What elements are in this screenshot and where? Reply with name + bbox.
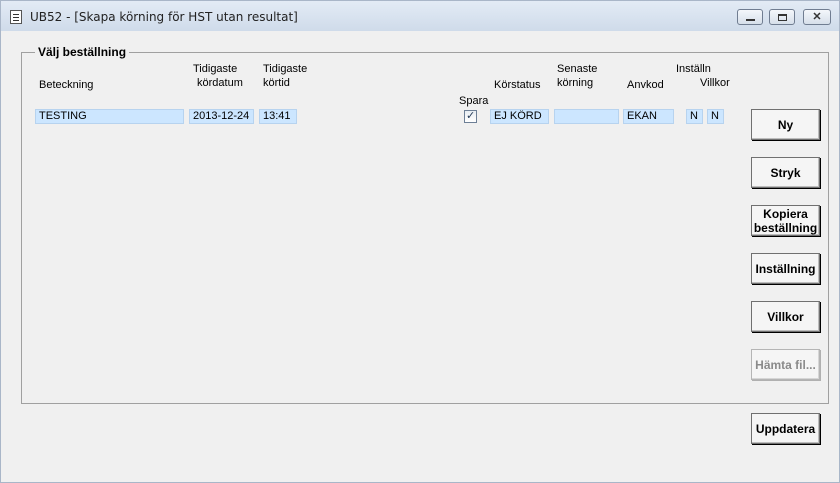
villkor-button[interactable]: Villkor — [751, 301, 820, 332]
stryk-button[interactable]: Stryk — [751, 157, 820, 188]
title-bar[interactable]: UB52 - [Skapa körning för HST utan resul… — [1, 1, 839, 31]
check-icon: ✓ — [466, 110, 476, 122]
group-title: Välj beställning — [35, 45, 130, 59]
beteckning-field[interactable]: TESTING — [35, 109, 184, 124]
uppdatera-button-label: Uppdatera — [755, 421, 816, 436]
header-senaste-korning-line2: körning — [557, 77, 594, 89]
close-icon: ✕ — [812, 11, 822, 23]
kortid-field[interactable]: 13:41 — [259, 109, 297, 124]
header-tidigaste-kordatum-line2: kördatum — [197, 77, 243, 89]
korstatus-field[interactable]: EJ KÖRD — [490, 109, 549, 124]
header-installn: Inställn — [676, 63, 711, 75]
maximize-icon — [778, 14, 787, 21]
header-korstatus: Körstatus — [494, 79, 541, 91]
installning-button[interactable]: Inställning — [751, 253, 820, 284]
kordatum-field[interactable]: 2013-12-24 — [189, 109, 254, 124]
header-tidigaste-kortid-line2: körtid — [263, 77, 290, 89]
ny-button-label: Ny — [777, 117, 794, 132]
maximize-button[interactable] — [769, 9, 795, 25]
application-window: UB52 - [Skapa körning för HST utan resul… — [0, 0, 840, 483]
villkor-field[interactable]: N — [707, 109, 724, 124]
hamta-fil-button[interactable]: Hämta fil... — [751, 349, 820, 380]
kopiera-label-line1: Kopiera — [763, 206, 808, 221]
kopiera-bestallning-button[interactable]: Kopiera beställning — [751, 205, 820, 236]
kopiera-button-label: Kopiera beställning — [754, 207, 817, 235]
header-tidigaste-kortid-line1: Tidigaste — [263, 63, 308, 75]
header-anvkod: Anvkod — [627, 79, 664, 91]
kopiera-label-line2: beställning — [753, 220, 818, 235]
header-beteckning: Beteckning — [39, 79, 94, 91]
ny-button[interactable]: Ny — [751, 109, 820, 140]
installn-field[interactable]: N — [686, 109, 703, 124]
minimize-button[interactable] — [737, 9, 763, 25]
app-document-icon[interactable] — [10, 10, 22, 24]
spara-checkbox[interactable]: ✓ — [464, 110, 477, 123]
header-spara: Spara — [459, 95, 489, 107]
uppdatera-button[interactable]: Uppdatera — [751, 413, 820, 444]
stryk-button-label: Stryk — [770, 165, 801, 180]
header-senaste-korning-line1: Senaste — [557, 63, 598, 75]
header-tidigaste-kordatum-line1: Tidigaste — [193, 63, 238, 75]
senaste-korning-field[interactable] — [554, 109, 619, 124]
anvkod-field[interactable]: EKAN — [623, 109, 674, 124]
close-button[interactable]: ✕ — [803, 9, 831, 25]
window-title: UB52 - [Skapa körning för HST utan resul… — [30, 10, 298, 24]
villkor-button-label: Villkor — [767, 309, 804, 324]
installning-button-label: Inställning — [755, 261, 816, 276]
minimize-icon — [746, 19, 755, 21]
order-groupbox — [21, 52, 829, 404]
hamta-fil-button-label: Hämta fil... — [755, 357, 816, 372]
header-villkor: Villkor — [700, 77, 730, 89]
